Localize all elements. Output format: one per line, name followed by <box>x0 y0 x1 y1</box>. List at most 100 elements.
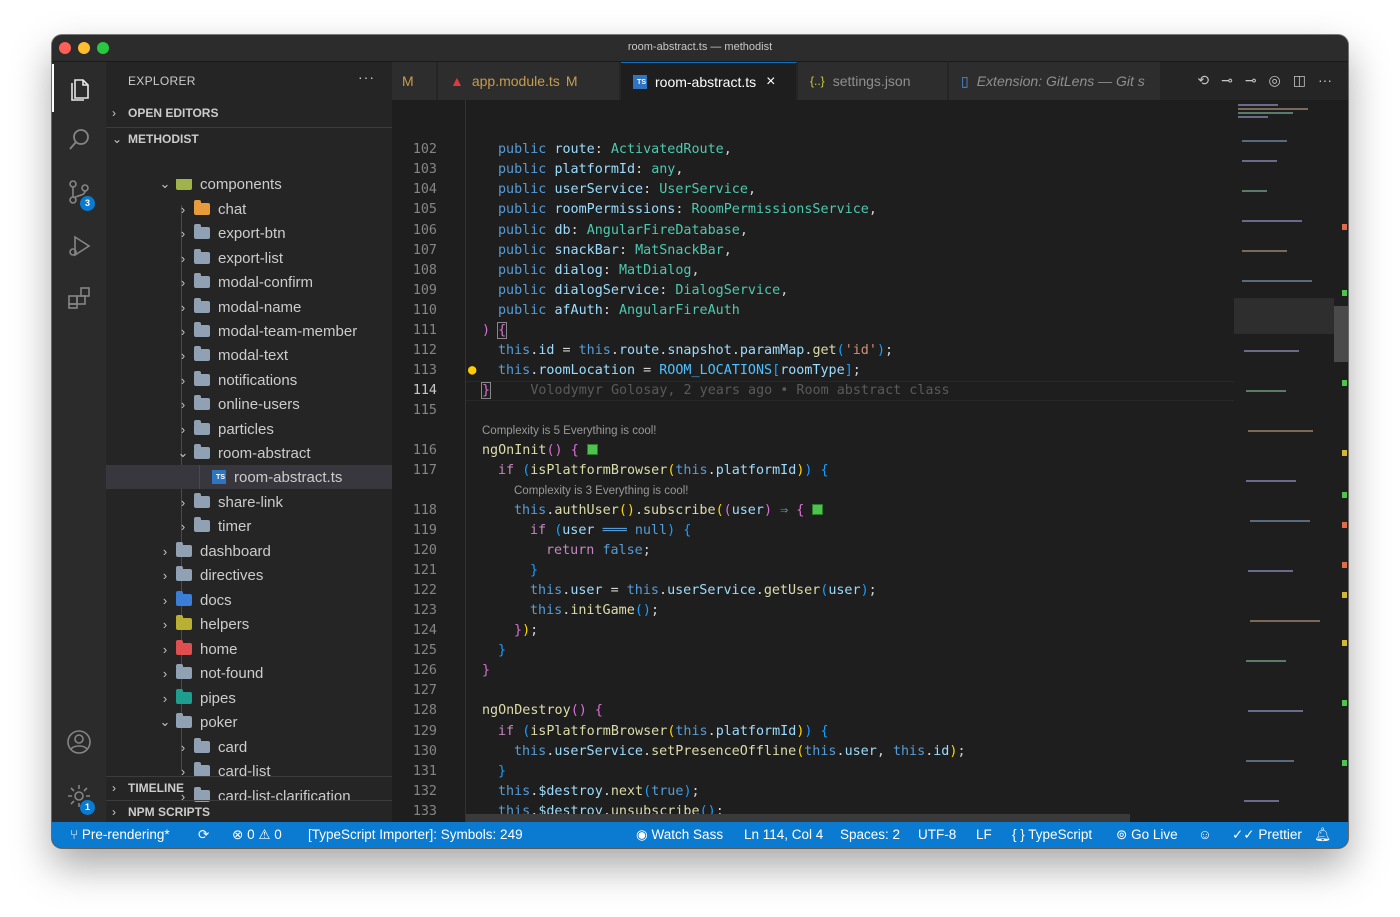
tab-app-module[interactable]: ▲ app.module.ts M <box>438 62 620 100</box>
tree-item-timer[interactable]: › timer <box>106 514 392 538</box>
horizontal-scrollbar[interactable] <box>466 814 1130 822</box>
tree-item-export-list[interactable]: › export-list <box>106 246 392 270</box>
tree-item-notifications[interactable]: › notifications <box>106 368 392 392</box>
tree-item-label: notifications <box>218 371 298 389</box>
tree-item-components[interactable]: ⌄ components <box>106 179 392 196</box>
source-control-icon[interactable]: 3 <box>52 168 106 216</box>
timeline-section[interactable]: › TIMELINE <box>106 776 392 798</box>
branch-status[interactable]: ⑂ Pre-rendering* <box>70 827 170 842</box>
minimap[interactable] <box>1234 100 1334 822</box>
code-editor[interactable]: 102 103 104 105 106 107 108 109 110 111 … <box>392 100 1348 822</box>
tree-item-chat[interactable]: › chat <box>106 197 392 221</box>
modified-indicator: M <box>402 73 414 89</box>
tree-item-export-btn[interactable]: › export-btn <box>106 221 392 245</box>
chevron-down-icon: ⌄ <box>112 132 123 146</box>
settings-gear-icon[interactable]: 1 <box>52 772 106 820</box>
tree-item-home[interactable]: › home <box>106 637 392 661</box>
chevron-right-icon: › <box>162 690 168 706</box>
folder-icon <box>194 517 210 532</box>
extensions-icon[interactable] <box>52 274 106 322</box>
open-editors-section[interactable]: › OPEN EDITORS <box>106 102 392 124</box>
tree-item-modal-name[interactable]: › modal-name <box>106 295 392 319</box>
folder-icon <box>194 200 210 215</box>
tree-item-modal-text[interactable]: › modal-text <box>106 343 392 367</box>
activity-bar: 3 1 <box>52 62 106 822</box>
close-tab-icon[interactable]: × <box>766 73 775 91</box>
tab-label: room-abstract.ts <box>655 73 757 90</box>
tab-partial[interactable]: M <box>392 62 437 100</box>
tab-settings-json[interactable]: {..} settings.json <box>798 62 948 100</box>
tree-item-room-abstract-ts[interactable]: TS room-abstract.ts <box>106 465 392 489</box>
notifications-bell-icon[interactable]: 🔔︎ <box>1314 827 1331 843</box>
eol-status[interactable]: LF <box>976 827 992 842</box>
sync-icon[interactable]: ⟳ <box>198 827 209 843</box>
folder-icon <box>194 298 210 313</box>
tab-gitlens-extension[interactable]: ▯ Extension: GitLens — Git s <box>949 62 1161 100</box>
more-actions-icon[interactable]: ··· <box>358 69 375 85</box>
tree-item-poker[interactable]: ⌄ poker <box>106 710 392 734</box>
tree-item-particles[interactable]: › particles <box>106 417 392 441</box>
split-editor-icon[interactable]: ◫ <box>1293 72 1306 89</box>
codelens-complexity[interactable]: Complexity is 5 Everything is cool! <box>482 425 656 437</box>
tree-item-label: room-abstract <box>218 444 311 462</box>
line-number: 106 <box>412 223 437 238</box>
project-section[interactable]: ⌄ METHODIST <box>106 127 392 149</box>
tree-item-card[interactable]: › card <box>106 735 392 759</box>
search-icon[interactable] <box>52 116 106 164</box>
chevron-right-icon: › <box>180 323 186 339</box>
git-commit-next-icon[interactable]: ⊸ <box>1245 72 1257 89</box>
git-branch-icon: ⑂ <box>70 827 79 842</box>
tree-item-modal-confirm[interactable]: › modal-confirm <box>106 270 392 294</box>
window-title: room-abstract.ts — methodist <box>627 41 773 53</box>
vertical-scrollbar[interactable] <box>1334 100 1348 822</box>
chevron-right-icon: › <box>180 201 186 217</box>
chevron-right-icon: › <box>180 274 186 290</box>
account-icon[interactable] <box>52 718 106 766</box>
run-debug-icon[interactable] <box>52 222 106 270</box>
minimap-viewport[interactable] <box>1234 298 1334 334</box>
tree-item-label: particles <box>218 420 274 438</box>
go-live-button[interactable]: ⊚ Go Live <box>1116 827 1178 843</box>
tree-item-docs[interactable]: › docs <box>106 588 392 612</box>
gitlens-icon[interactable]: ◎ <box>1269 72 1281 89</box>
explorer-icon[interactable] <box>52 64 106 112</box>
cursor-position[interactable]: Ln 114, Col 4 <box>744 827 823 842</box>
folder-icon <box>194 493 210 508</box>
problems-status[interactable]: ⊗ 0 ⚠ 0 <box>232 827 282 843</box>
tree-item-dashboard[interactable]: › dashboard <box>106 539 392 563</box>
tree-item-pipes[interactable]: › pipes <box>106 686 392 710</box>
code-line: public snackBar: MatSnackBar, <box>498 243 732 258</box>
chevron-right-icon: › <box>180 372 186 388</box>
tree-item-not-found[interactable]: › not-found <box>106 661 392 685</box>
tab-room-abstract[interactable]: TS room-abstract.ts × <box>621 62 797 100</box>
folder-icon <box>194 346 210 361</box>
tree-item-online-users[interactable]: › online-users <box>106 392 392 416</box>
tree-item-modal-team-member[interactable]: › modal-team-member <box>106 319 392 343</box>
prettier-status[interactable]: ✓✓ Prettier <box>1232 827 1302 843</box>
npm-scripts-section[interactable]: › NPM SCRIPTS <box>106 800 392 822</box>
tree-item-share-link[interactable]: › share-link <box>106 490 392 514</box>
indent-guide <box>465 100 466 822</box>
encoding-status[interactable]: UTF-8 <box>918 827 956 842</box>
tree-item-label: not-found <box>200 664 264 682</box>
codelens-complexity[interactable]: Complexity is 3 Everything is cool! <box>514 485 688 497</box>
code-line: ngOnInit() { <box>482 443 598 458</box>
tree-item-directives[interactable]: › directives <box>106 563 392 587</box>
typescript-importer-status[interactable]: [TypeScript Importer]: Symbols: 249 <box>308 827 523 842</box>
indentation-status[interactable]: Spaces: 2 <box>840 827 900 842</box>
lightbulb-icon[interactable]: ● <box>468 362 476 378</box>
tree-item-helpers[interactable]: › helpers <box>106 612 392 636</box>
project-label: METHODIST <box>128 132 199 146</box>
more-actions-icon[interactable]: ··· <box>1318 72 1332 89</box>
copilot-icon[interactable]: ☺ <box>1198 827 1212 842</box>
git-commit-icon[interactable]: ⊸ <box>1221 72 1233 89</box>
scrollbar-thumb[interactable] <box>1334 306 1348 362</box>
language-label: TypeScript <box>1028 827 1093 842</box>
language-mode[interactable]: { } TypeScript <box>1012 827 1092 842</box>
tree-item-room-abstract[interactable]: ⌄ room-abstract <box>106 441 392 465</box>
watch-sass-button[interactable]: ◉ Watch Sass <box>636 827 723 843</box>
folder-icon <box>194 738 210 753</box>
indent-guide <box>199 465 200 489</box>
chevron-right-icon: › <box>162 616 168 632</box>
git-compare-icon[interactable]: ⟲ <box>1197 72 1209 89</box>
